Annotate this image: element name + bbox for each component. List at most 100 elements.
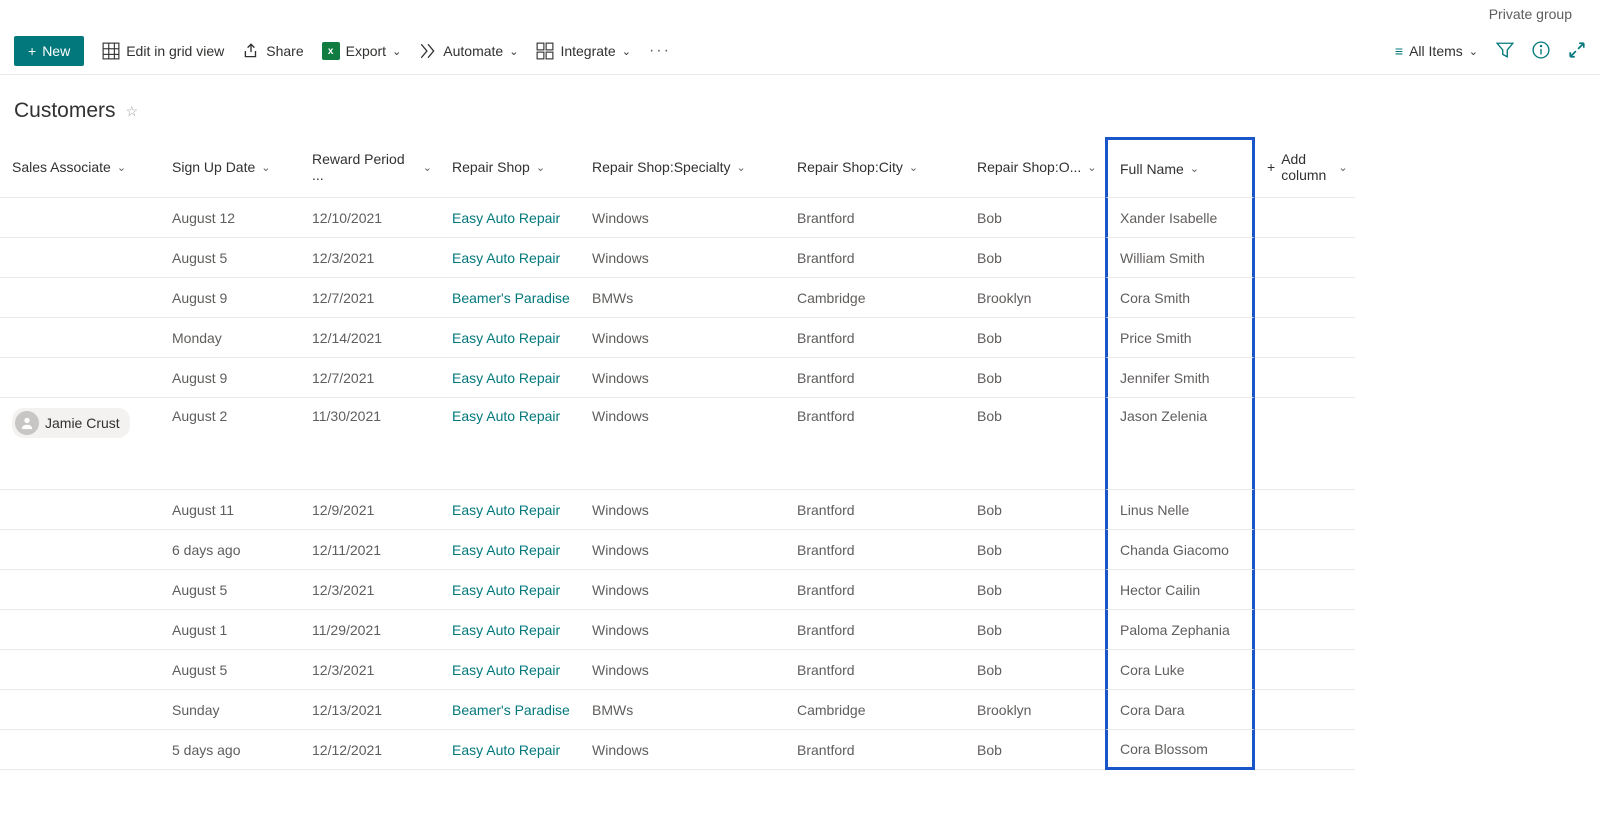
repair-shop-link[interactable]: Easy Auto Repair bbox=[452, 330, 560, 346]
cell-sign-up[interactable]: August 12 bbox=[160, 198, 300, 238]
cell-specialty[interactable]: Windows bbox=[580, 650, 785, 690]
cell-sign-up[interactable]: August 2 bbox=[160, 398, 300, 490]
cell-sign-up[interactable]: 5 days ago bbox=[160, 730, 300, 770]
cell-sales-associate[interactable]: Jamie Crust bbox=[0, 398, 160, 490]
repair-shop-link[interactable]: Easy Auto Repair bbox=[452, 742, 560, 758]
cell-full-name[interactable]: Jennifer Smith bbox=[1105, 358, 1255, 398]
cell-city[interactable]: Brantford bbox=[785, 570, 965, 610]
cell-city[interactable]: Cambridge bbox=[785, 278, 965, 318]
cell-sales-associate[interactable] bbox=[0, 490, 160, 530]
repair-shop-link[interactable]: Easy Auto Repair bbox=[452, 250, 560, 266]
cell-full-name[interactable]: Jason Zelenia bbox=[1105, 398, 1255, 490]
cell-owner[interactable]: Bob bbox=[965, 238, 1105, 278]
cell-full-name[interactable]: Cora Blossom bbox=[1105, 730, 1255, 770]
repair-shop-link[interactable]: Beamer's Paradise bbox=[452, 290, 570, 306]
cell-reward-period[interactable]: 11/29/2021 bbox=[300, 610, 440, 650]
cell-sales-associate[interactable] bbox=[0, 198, 160, 238]
cell-specialty[interactable]: Windows bbox=[580, 530, 785, 570]
cell-reward-period[interactable]: 12/7/2021 bbox=[300, 358, 440, 398]
cell-sales-associate[interactable] bbox=[0, 730, 160, 770]
cell-reward-period[interactable]: 12/9/2021 bbox=[300, 490, 440, 530]
col-reward-period[interactable]: Reward Period ...⌄ bbox=[300, 137, 440, 198]
cell-city[interactable]: Brantford bbox=[785, 650, 965, 690]
cell-reward-period[interactable]: 12/14/2021 bbox=[300, 318, 440, 358]
cell-full-name[interactable]: Hector Cailin bbox=[1105, 570, 1255, 610]
edit-grid-view-button[interactable]: Edit in grid view bbox=[102, 42, 224, 60]
cell-sign-up[interactable]: August 5 bbox=[160, 238, 300, 278]
cell-owner[interactable]: Bob bbox=[965, 570, 1105, 610]
cell-repair-shop[interactable]: Easy Auto Repair bbox=[440, 238, 580, 278]
cell-sign-up[interactable]: August 11 bbox=[160, 490, 300, 530]
cell-sign-up[interactable]: August 9 bbox=[160, 278, 300, 318]
cell-specialty[interactable]: Windows bbox=[580, 490, 785, 530]
cell-city[interactable]: Brantford bbox=[785, 610, 965, 650]
cell-owner[interactable]: Bob bbox=[965, 730, 1105, 770]
cell-sales-associate[interactable] bbox=[0, 318, 160, 358]
cell-sales-associate[interactable] bbox=[0, 278, 160, 318]
cell-specialty[interactable]: Windows bbox=[580, 570, 785, 610]
filter-icon[interactable] bbox=[1496, 41, 1514, 62]
cell-sign-up[interactable]: August 1 bbox=[160, 610, 300, 650]
repair-shop-link[interactable]: Easy Auto Repair bbox=[452, 582, 560, 598]
cell-owner[interactable]: Brooklyn bbox=[965, 690, 1105, 730]
repair-shop-link[interactable]: Easy Auto Repair bbox=[452, 622, 560, 638]
cell-repair-shop[interactable]: Easy Auto Repair bbox=[440, 610, 580, 650]
info-icon[interactable] bbox=[1532, 41, 1550, 62]
cell-specialty[interactable]: Windows bbox=[580, 318, 785, 358]
cell-sales-associate[interactable] bbox=[0, 610, 160, 650]
cell-owner[interactable]: Bob bbox=[965, 198, 1105, 238]
cell-sales-associate[interactable] bbox=[0, 570, 160, 610]
cell-specialty[interactable]: Windows bbox=[580, 238, 785, 278]
cell-repair-shop[interactable]: Easy Auto Repair bbox=[440, 318, 580, 358]
cell-city[interactable]: Brantford bbox=[785, 358, 965, 398]
cell-reward-period[interactable]: 12/11/2021 bbox=[300, 530, 440, 570]
cell-city[interactable]: Brantford bbox=[785, 318, 965, 358]
cell-city[interactable]: Brantford bbox=[785, 238, 965, 278]
cell-specialty[interactable]: Windows bbox=[580, 358, 785, 398]
cell-owner[interactable]: Bob bbox=[965, 398, 1105, 490]
automate-button[interactable]: Automate ⌄ bbox=[419, 42, 518, 60]
cell-owner[interactable]: Bob bbox=[965, 318, 1105, 358]
integrate-button[interactable]: Integrate ⌄ bbox=[536, 42, 630, 60]
expand-icon[interactable] bbox=[1568, 41, 1586, 62]
cell-owner[interactable]: Bob bbox=[965, 610, 1105, 650]
cell-reward-period[interactable]: 12/3/2021 bbox=[300, 650, 440, 690]
cell-sign-up[interactable]: 6 days ago bbox=[160, 530, 300, 570]
view-selector[interactable]: ≡ All Items ⌄ bbox=[1395, 43, 1478, 59]
cell-full-name[interactable]: Cora Luke bbox=[1105, 650, 1255, 690]
cell-owner[interactable]: Brooklyn bbox=[965, 278, 1105, 318]
col-repair-shop[interactable]: Repair Shop⌄ bbox=[440, 137, 580, 198]
cell-repair-shop[interactable]: Easy Auto Repair bbox=[440, 490, 580, 530]
cell-reward-period[interactable]: 12/3/2021 bbox=[300, 570, 440, 610]
favorite-star-icon[interactable]: ☆ bbox=[126, 103, 139, 120]
cell-specialty[interactable]: BMWs bbox=[580, 690, 785, 730]
cell-city[interactable]: Brantford bbox=[785, 198, 965, 238]
cell-sign-up[interactable]: August 9 bbox=[160, 358, 300, 398]
cell-reward-period[interactable]: 12/13/2021 bbox=[300, 690, 440, 730]
cell-repair-shop[interactable]: Beamer's Paradise bbox=[440, 690, 580, 730]
cell-repair-shop[interactable]: Easy Auto Repair bbox=[440, 530, 580, 570]
col-city[interactable]: Repair Shop:City⌄ bbox=[785, 137, 965, 198]
cell-reward-period[interactable]: 12/10/2021 bbox=[300, 198, 440, 238]
cell-city[interactable]: Brantford bbox=[785, 490, 965, 530]
export-button[interactable]: x Export ⌄ bbox=[322, 42, 402, 60]
cell-repair-shop[interactable]: Easy Auto Repair bbox=[440, 730, 580, 770]
col-owner[interactable]: Repair Shop:O...⌄ bbox=[965, 137, 1105, 198]
cell-owner[interactable]: Bob bbox=[965, 490, 1105, 530]
cell-sign-up[interactable]: August 5 bbox=[160, 570, 300, 610]
repair-shop-link[interactable]: Easy Auto Repair bbox=[452, 542, 560, 558]
col-full-name[interactable]: Full Name⌄ bbox=[1105, 137, 1255, 198]
more-actions-button[interactable]: ··· bbox=[649, 42, 671, 60]
cell-full-name[interactable]: Paloma Zephania bbox=[1105, 610, 1255, 650]
cell-repair-shop[interactable]: Easy Auto Repair bbox=[440, 570, 580, 610]
cell-full-name[interactable]: Price Smith bbox=[1105, 318, 1255, 358]
repair-shop-link[interactable]: Easy Auto Repair bbox=[452, 210, 560, 226]
cell-repair-shop[interactable]: Easy Auto Repair bbox=[440, 358, 580, 398]
cell-sign-up[interactable]: August 5 bbox=[160, 650, 300, 690]
cell-repair-shop[interactable]: Easy Auto Repair bbox=[440, 650, 580, 690]
horizontal-scrollbar[interactable] bbox=[0, 805, 1584, 821]
new-button[interactable]: + New bbox=[14, 36, 84, 66]
cell-specialty[interactable]: Windows bbox=[580, 610, 785, 650]
cell-specialty[interactable]: Windows bbox=[580, 198, 785, 238]
cell-reward-period[interactable]: 12/12/2021 bbox=[300, 730, 440, 770]
